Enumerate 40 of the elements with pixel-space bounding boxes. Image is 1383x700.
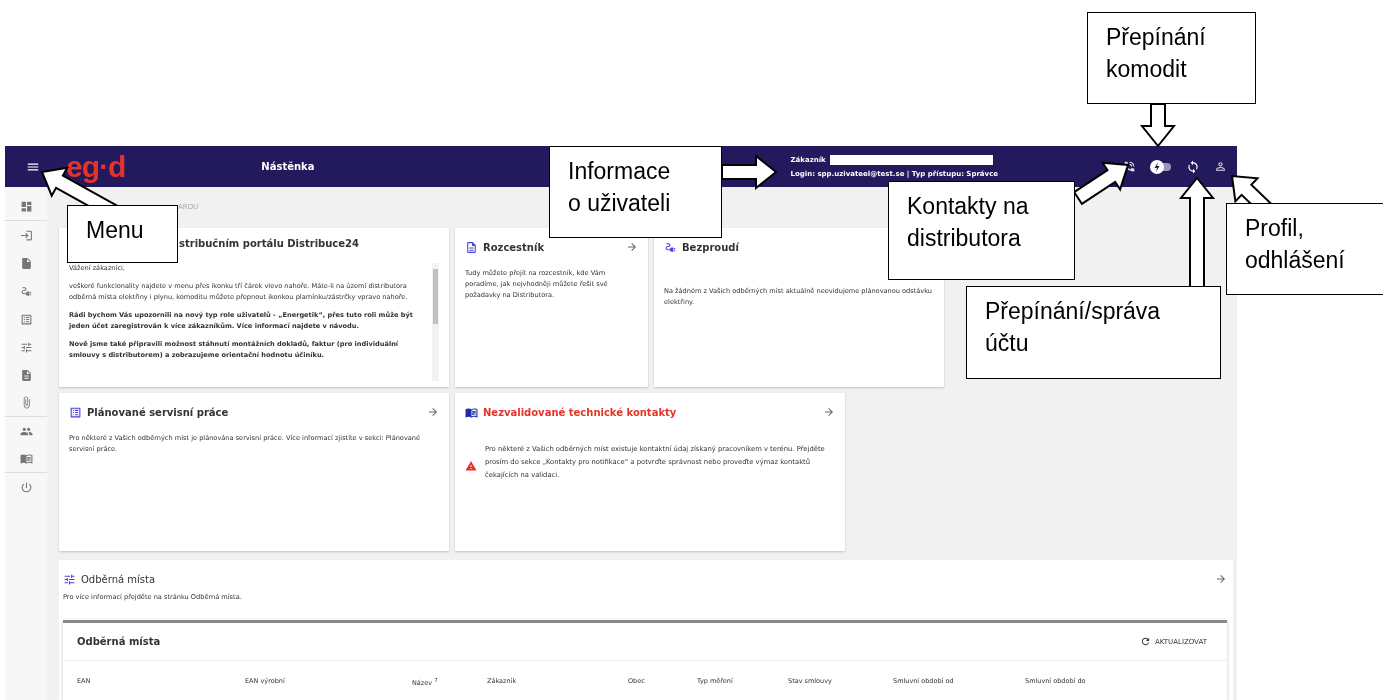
document-icon [465,240,478,254]
callout-label: Profil, odhlášení [1226,203,1383,295]
refresh-icon [1139,636,1151,647]
callout-arrow [1139,103,1177,148]
table-title: Odběrná místa [77,636,161,647]
power-icon[interactable] [19,480,33,494]
meters-icon [63,572,76,586]
logo: eg·d [66,151,126,182]
card-title: Plánované servisní práce [87,406,229,418]
list-icon [69,405,82,419]
dashboard-icon[interactable] [19,200,33,213]
callout-label: Kontakty na distributora [888,181,1075,280]
card-title: Nezvalidované technické kontakty [483,406,677,418]
arrow-right-icon[interactable] [427,406,439,418]
arrow-right-icon[interactable] [626,241,638,253]
book-icon[interactable] [19,452,33,465]
callout-label: Přepínání komodit [1087,12,1256,104]
callout-label: Menu [67,205,178,263]
refresh-icon[interactable] [1186,159,1200,174]
callout-arrow [721,153,778,191]
meters-icon[interactable] [19,340,33,354]
card-title: Bezproudí [682,241,739,253]
panel-title: Odběrná místa [81,573,156,585]
profile-icon[interactable] [1214,160,1227,173]
page-title: Nástěnka [261,161,315,172]
card-title: Rozcestník [483,241,545,253]
callout-label: Informace o uživateli [549,146,722,238]
commodity-toggle-icon[interactable] [1150,159,1172,174]
list-icon[interactable] [19,312,33,326]
document-icon[interactable] [19,256,33,270]
scrollbar[interactable] [432,263,439,381]
warning-icon [465,460,477,472]
card-title: stribučním portálu Distribuce24 [179,238,359,249]
callout-arrow [1072,161,1130,206]
arrow-right-icon[interactable] [823,406,835,418]
book-icon [465,405,478,419]
report-icon[interactable] [19,368,33,382]
login-icon[interactable] [19,228,33,242]
callout-label: Přepínání/správa účtu [966,286,1221,379]
arrow-right-icon[interactable] [1215,573,1227,585]
